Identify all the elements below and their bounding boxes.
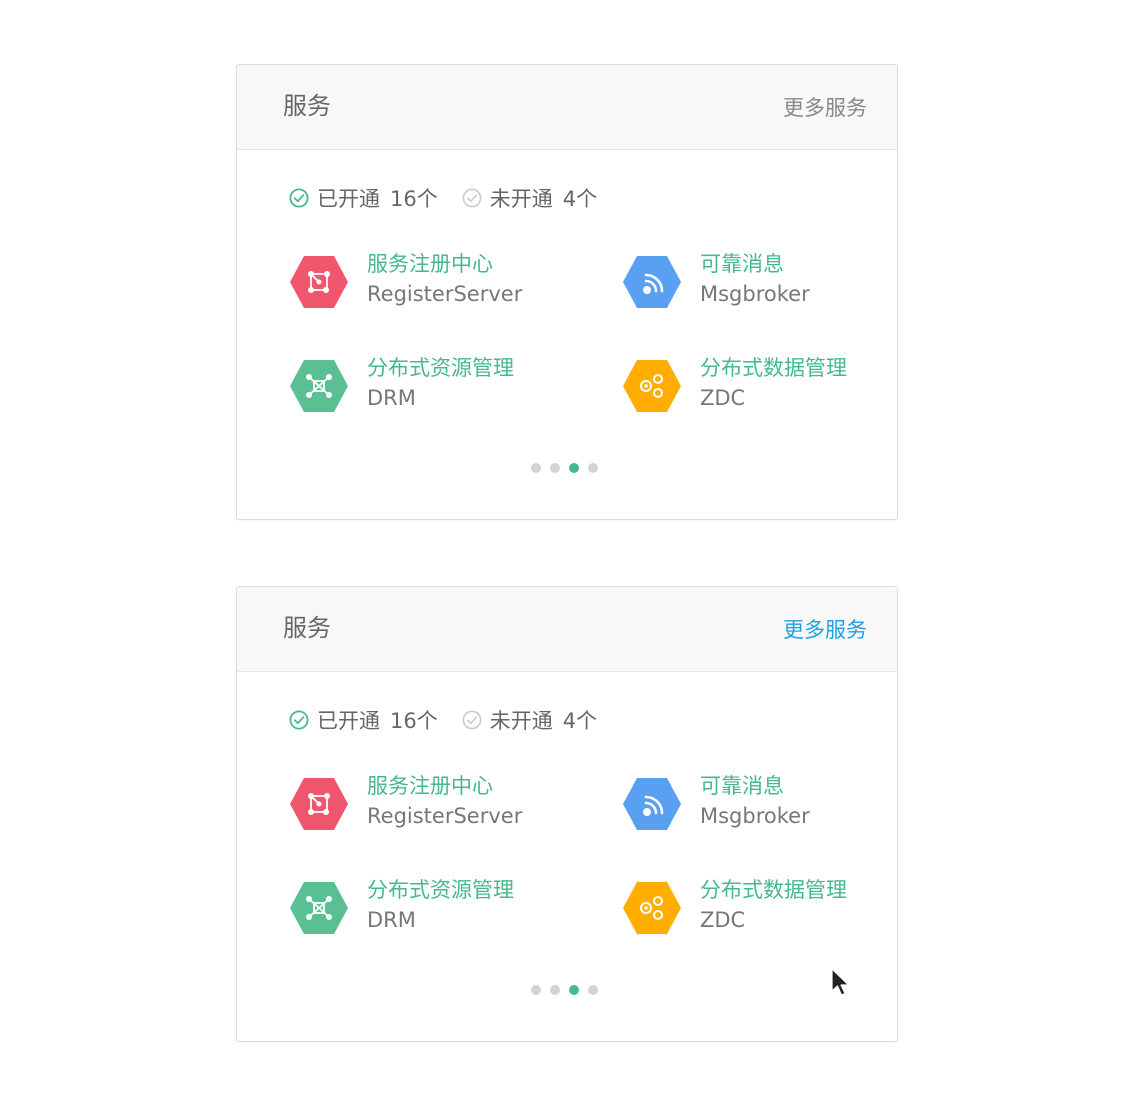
service-code: ZDC bbox=[700, 908, 746, 932]
stage: 服务 更多服务 已开通 16个 未开通 4个 服务注册中心 RegisterSe… bbox=[0, 0, 1136, 1108]
pagination-dots bbox=[531, 985, 607, 995]
service-code: RegisterServer bbox=[367, 804, 523, 828]
enabled-label: 已开通 bbox=[317, 187, 380, 211]
card-header: 服务 更多服务 bbox=[237, 65, 897, 150]
more-services-link[interactable]: 更多服务 bbox=[783, 615, 867, 645]
status-summary: 已开通 16个 未开通 4个 bbox=[289, 183, 621, 213]
service-code: RegisterServer bbox=[367, 282, 523, 306]
services-card: 服务 更多服务 已开通 16个 未开通 4个 服务注册中心 RegisterSe… bbox=[236, 64, 898, 520]
drm-icon bbox=[290, 882, 348, 934]
check-circle-icon bbox=[289, 710, 309, 730]
pagination-dots bbox=[531, 463, 607, 473]
service-item-drm[interactable]: 分布式资源管理 DRM bbox=[289, 356, 569, 425]
service-item-zdc[interactable]: 分布式数据管理 ZDC bbox=[622, 356, 902, 425]
service-code: ZDC bbox=[700, 386, 746, 410]
page-dot[interactable] bbox=[531, 463, 541, 473]
enabled-label: 已开通 bbox=[317, 709, 380, 733]
page-dot[interactable] bbox=[588, 463, 598, 473]
zdc-icon bbox=[623, 882, 681, 934]
check-circle-outline-icon bbox=[462, 188, 482, 208]
drm-icon bbox=[290, 360, 348, 412]
service-item-msgbroker[interactable]: 可靠消息 Msgbroker bbox=[622, 252, 902, 321]
service-name: 可靠消息 bbox=[700, 252, 784, 276]
page-dot[interactable] bbox=[550, 985, 560, 995]
service-name: 分布式资源管理 bbox=[367, 356, 514, 380]
service-name: 服务注册中心 bbox=[367, 252, 493, 276]
more-services-link[interactable]: 更多服务 bbox=[783, 93, 867, 123]
status-summary: 已开通 16个 未开通 4个 bbox=[289, 705, 621, 735]
msgbroker-icon bbox=[623, 778, 681, 830]
enabled-status: 已开通 16个 bbox=[289, 705, 438, 735]
page-dot[interactable] bbox=[588, 985, 598, 995]
page-dot[interactable] bbox=[531, 985, 541, 995]
service-item-drm[interactable]: 分布式资源管理 DRM bbox=[289, 878, 569, 947]
enabled-count: 16个 bbox=[390, 187, 438, 211]
service-name: 分布式数据管理 bbox=[700, 878, 847, 902]
card-title: 服务 bbox=[283, 614, 331, 642]
enabled-count: 16个 bbox=[390, 709, 438, 733]
service-code: DRM bbox=[367, 908, 416, 932]
service-item-msgbroker[interactable]: 可靠消息 Msgbroker bbox=[622, 774, 902, 843]
card-header: 服务 更多服务 bbox=[237, 587, 897, 672]
service-code: Msgbroker bbox=[700, 282, 810, 306]
msgbroker-icon bbox=[623, 256, 681, 308]
mouse-cursor-icon bbox=[831, 968, 850, 996]
zdc-icon bbox=[623, 360, 681, 412]
service-code: Msgbroker bbox=[700, 804, 810, 828]
disabled-label: 未开通 bbox=[489, 187, 553, 211]
disabled-label: 未开通 bbox=[489, 709, 553, 733]
services-card-hover-state: 服务 更多服务 已开通 16个 未开通 4个 服务注册中心 RegisterSe… bbox=[236, 586, 898, 1042]
service-item-register-server[interactable]: 服务注册中心 RegisterServer bbox=[289, 774, 569, 843]
check-circle-icon bbox=[289, 188, 309, 208]
enabled-status: 已开通 16个 bbox=[289, 183, 438, 213]
service-name: 可靠消息 bbox=[700, 774, 784, 798]
service-code: DRM bbox=[367, 386, 416, 410]
card-title: 服务 bbox=[283, 92, 331, 120]
page-dot-active[interactable] bbox=[569, 463, 579, 473]
disabled-status: 未开通 4个 bbox=[462, 183, 597, 213]
page-dot[interactable] bbox=[550, 463, 560, 473]
service-item-register-server[interactable]: 服务注册中心 RegisterServer bbox=[289, 252, 569, 321]
disabled-count: 4个 bbox=[562, 709, 598, 733]
page-dot-active[interactable] bbox=[569, 985, 579, 995]
service-item-zdc[interactable]: 分布式数据管理 ZDC bbox=[622, 878, 902, 947]
disabled-count: 4个 bbox=[562, 187, 598, 211]
service-name: 分布式资源管理 bbox=[367, 878, 514, 902]
disabled-status: 未开通 4个 bbox=[462, 705, 597, 735]
service-name: 服务注册中心 bbox=[367, 774, 493, 798]
register-server-icon bbox=[290, 778, 348, 830]
service-name: 分布式数据管理 bbox=[700, 356, 847, 380]
check-circle-outline-icon bbox=[462, 710, 482, 730]
register-server-icon bbox=[290, 256, 348, 308]
